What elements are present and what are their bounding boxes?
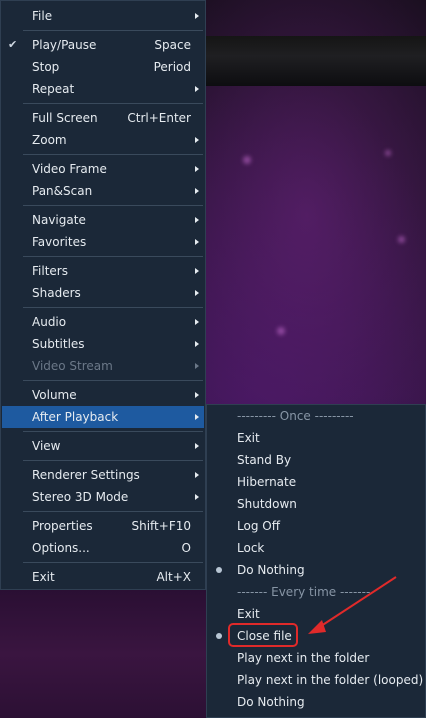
annotation-arrow-icon [308, 576, 397, 634]
